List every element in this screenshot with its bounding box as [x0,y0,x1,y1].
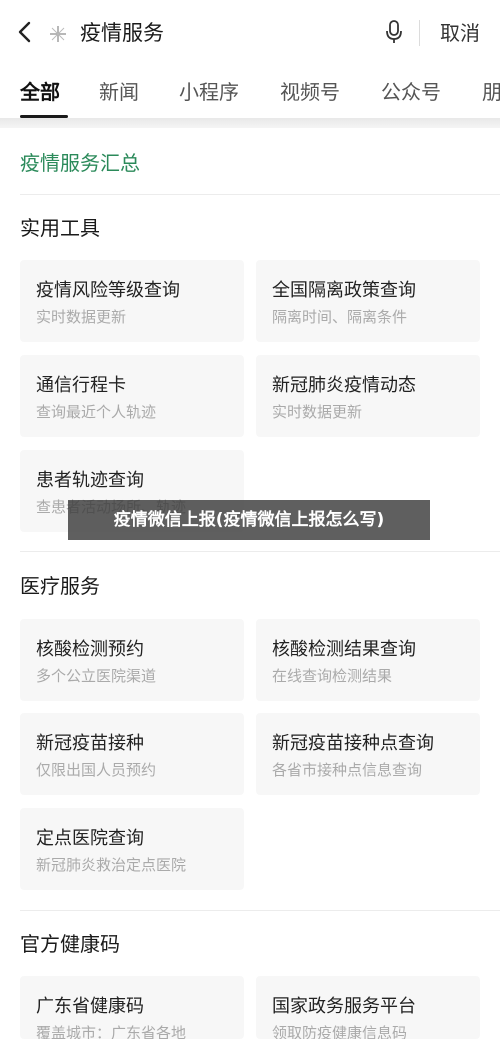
card-subtitle: 实时数据更新 [272,403,363,421]
card-title: 全国隔离政策查询 [272,280,416,301]
card-title: 新冠肺炎疫情动态 [272,375,416,396]
card-title: 通信行程卡 [36,375,126,396]
section-title-health-code: 官方健康码 [20,932,120,956]
sparkle-icon [50,26,66,42]
card-subtitle: 领取防疫健康信息码 [272,1024,408,1039]
search-input[interactable]: 疫情服务 [80,18,164,48]
divider [419,20,420,46]
tab-mini-programs[interactable]: 小程序 [179,78,239,106]
section-title-tools: 实用工具 [20,216,100,240]
card-vaccination[interactable]: 新冠疫苗接种 仅限出国人员预约 [20,713,244,795]
card-national-service-platform[interactable]: 国家政务服务平台 领取防疫健康信息码 [256,976,480,1039]
card-nucleic-test-result[interactable]: 核酸检测结果查询 在线查询检测结果 [256,619,480,701]
card-title: 患者轨迹查询 [36,470,144,491]
tab-all[interactable]: 全部 [20,78,60,106]
card-title: 疫情风险等级查询 [36,280,180,301]
tabs-separator [0,118,500,128]
card-epidemic-updates[interactable]: 新冠肺炎疫情动态 实时数据更新 [256,355,480,437]
overlay-caption: 疫情微信上报(疫情微信上报怎么写) [68,500,430,540]
card-subtitle: 实时数据更新 [36,308,127,326]
card-risk-level-query[interactable]: 疫情风险等级查询 实时数据更新 [20,260,244,342]
card-subtitle: 各省市接种点信息查询 [272,761,423,779]
card-title: 核酸检测预约 [36,639,144,660]
card-title: 广东省健康码 [36,996,144,1017]
section-title-medical: 医疗服务 [20,574,100,598]
card-title: 新冠疫苗接种 [36,733,144,754]
microphone-icon[interactable] [384,19,404,45]
card-travel-card[interactable]: 通信行程卡 查询最近个人轨迹 [20,355,244,437]
card-quarantine-policy-query[interactable]: 全国隔离政策查询 隔离时间、隔离条件 [256,260,480,342]
card-subtitle: 仅限出国人员预约 [36,761,157,779]
card-guangdong-health-code[interactable]: 广东省健康码 覆盖城市：广东省各地 [20,976,244,1039]
card-title: 核酸检测结果查询 [272,639,416,660]
tab-friends[interactable]: 朋 [482,78,500,106]
divider [20,194,500,195]
tab-channels[interactable]: 视频号 [280,78,340,106]
card-subtitle: 隔离时间、隔离条件 [272,308,408,326]
card-designated-hospital[interactable]: 定点医院查询 新冠肺炎救治定点医院 [20,808,244,890]
tab-news[interactable]: 新闻 [99,78,139,106]
filter-tabs: 全部 新闻 小程序 视频号 公众号 朋 [0,64,500,120]
search-bar: 疫情服务 取消 [0,0,500,64]
card-subtitle: 在线查询检测结果 [272,667,393,685]
tab-official-accounts[interactable]: 公众号 [381,78,441,106]
card-nucleic-test-booking[interactable]: 核酸检测预约 多个公立医院渠道 [20,619,244,701]
cancel-button[interactable]: 取消 [440,18,480,48]
card-subtitle: 查询最近个人轨迹 [36,403,157,421]
summary-title[interactable]: 疫情服务汇总 [20,148,140,178]
card-subtitle: 覆盖城市：广东省各地 [36,1024,187,1039]
back-arrow-icon[interactable] [14,20,36,44]
card-subtitle: 多个公立医院渠道 [36,667,157,685]
card-vaccination-site-query[interactable]: 新冠疫苗接种点查询 各省市接种点信息查询 [256,713,480,795]
card-subtitle: 新冠肺炎救治定点医院 [36,856,187,874]
card-title: 定点医院查询 [36,828,144,849]
card-title: 新冠疫苗接种点查询 [272,733,434,754]
divider [20,551,500,552]
divider [20,910,500,911]
card-title: 国家政务服务平台 [272,996,416,1017]
